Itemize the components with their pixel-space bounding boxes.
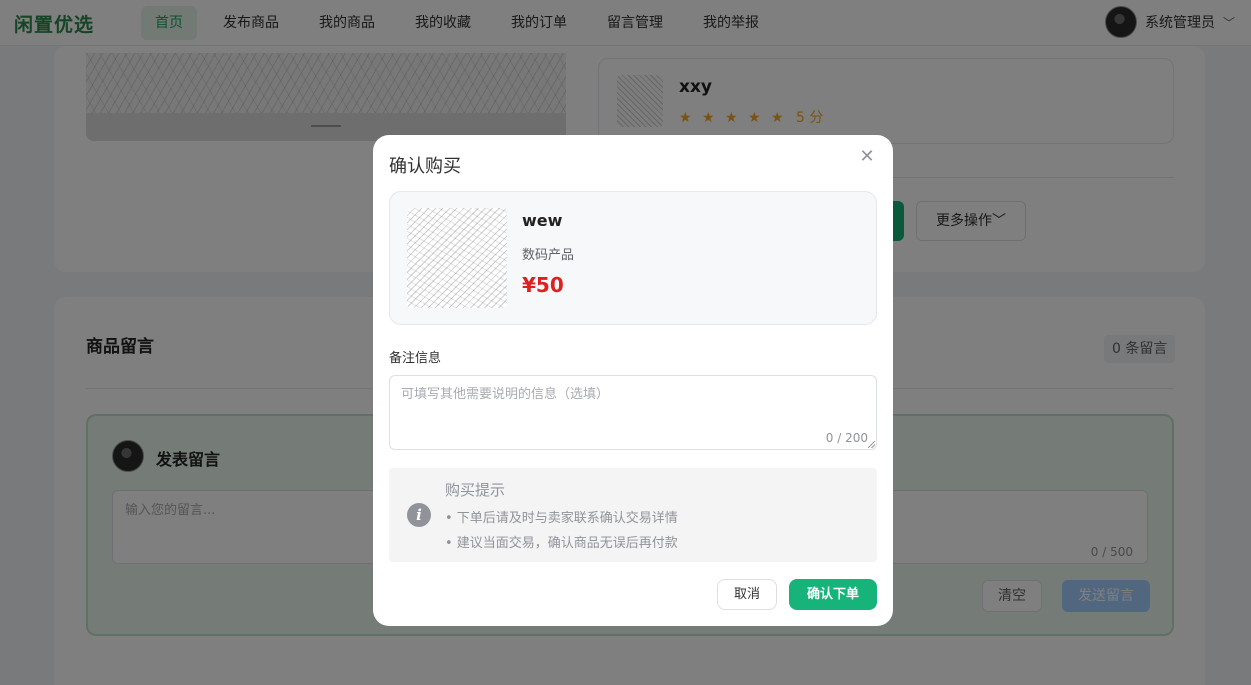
confirm-purchase-dialog: 确认购买 ✕ wew 数码产品 ¥50 备注信息 可填写其他需要说明的信息（选填…: [373, 135, 893, 626]
product-summary-card: wew 数码产品 ¥50: [389, 191, 877, 325]
remark-char-counter: 0 / 200: [825, 431, 868, 445]
purchase-tips-alert: i 购买提示 • 下单后请及时与卖家联系确认交易详情 • 建议当面交易，确认商品…: [389, 468, 877, 562]
product-category: 数码产品: [522, 248, 575, 263]
tips-title: 购买提示: [445, 481, 506, 499]
close-icon[interactable]: ✕: [857, 147, 877, 167]
tips-line: • 建议当面交易，确认商品无误后再付款: [445, 536, 678, 551]
remark-placeholder: 可填写其他需要说明的信息（选填）: [401, 387, 610, 402]
info-icon: i: [407, 503, 431, 527]
cancel-button[interactable]: 取消: [717, 579, 777, 610]
remark-label: 备注信息: [389, 351, 442, 366]
remark-textarea[interactable]: 可填写其他需要说明的信息（选填） 0 / 200: [389, 375, 877, 450]
tips-line: • 下单后请及时与卖家联系确认交易详情: [445, 511, 678, 526]
confirm-order-button[interactable]: 确认下单: [789, 579, 877, 610]
product-thumbnail: [407, 208, 507, 308]
product-name: wew: [522, 211, 563, 230]
resize-handle[interactable]: [868, 441, 875, 448]
product-price: ¥50: [522, 273, 564, 297]
dialog-title: 确认购买: [389, 156, 461, 177]
